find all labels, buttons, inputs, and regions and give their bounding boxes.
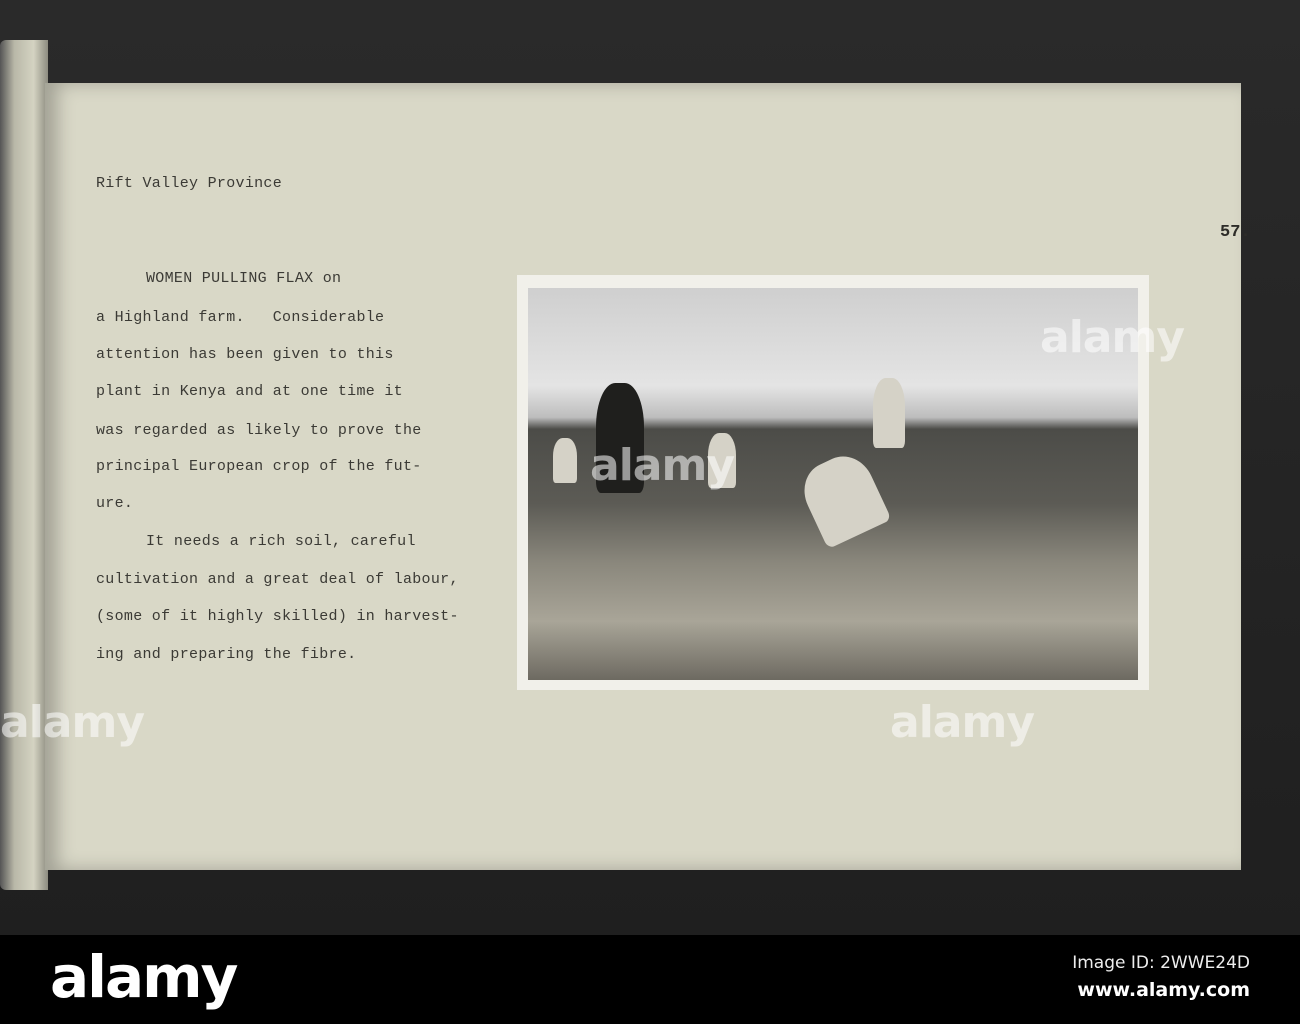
- bending-woman-figure: [794, 446, 892, 550]
- caption-line: ure.: [96, 495, 134, 512]
- caption-line: WOMEN PULLING FLAX on: [146, 270, 342, 287]
- caption-line: a Highland farm. Considerable: [96, 309, 385, 326]
- image-id: Image ID: 2WWE24D: [1072, 953, 1250, 973]
- caption-line: (some of it highly skilled) in harvest-: [96, 608, 459, 625]
- album-spine: [0, 40, 48, 890]
- watermark: alamy: [1040, 312, 1185, 363]
- caption-line: cultivation and a great deal of labour,: [96, 571, 459, 588]
- woman-figure: [553, 438, 577, 483]
- watermark: alamy: [0, 697, 145, 748]
- caption-line: was regarded as likely to prove the: [96, 422, 422, 439]
- caption-line: plant in Kenya and at one time it: [96, 383, 403, 400]
- site-url: www.alamy.com: [1077, 979, 1250, 1001]
- watermark: alamy: [890, 697, 1035, 748]
- footer-bar: alamy Image ID: 2WWE24D www.alamy.com: [0, 935, 1300, 1024]
- alamy-logo: alamy: [50, 943, 238, 1011]
- caption-line: principal European crop of the fut-: [96, 458, 422, 475]
- page-number: 57.: [1220, 223, 1251, 242]
- caption-line: It needs a rich soil, careful: [146, 533, 416, 550]
- caption-line: attention has been given to this: [96, 346, 394, 363]
- page-heading: Rift Valley Province: [96, 175, 283, 192]
- caption-line: ing and preparing the fibre.: [96, 646, 357, 663]
- watermark: alamy: [590, 440, 735, 491]
- woman-raising-flax-figure: [873, 378, 905, 448]
